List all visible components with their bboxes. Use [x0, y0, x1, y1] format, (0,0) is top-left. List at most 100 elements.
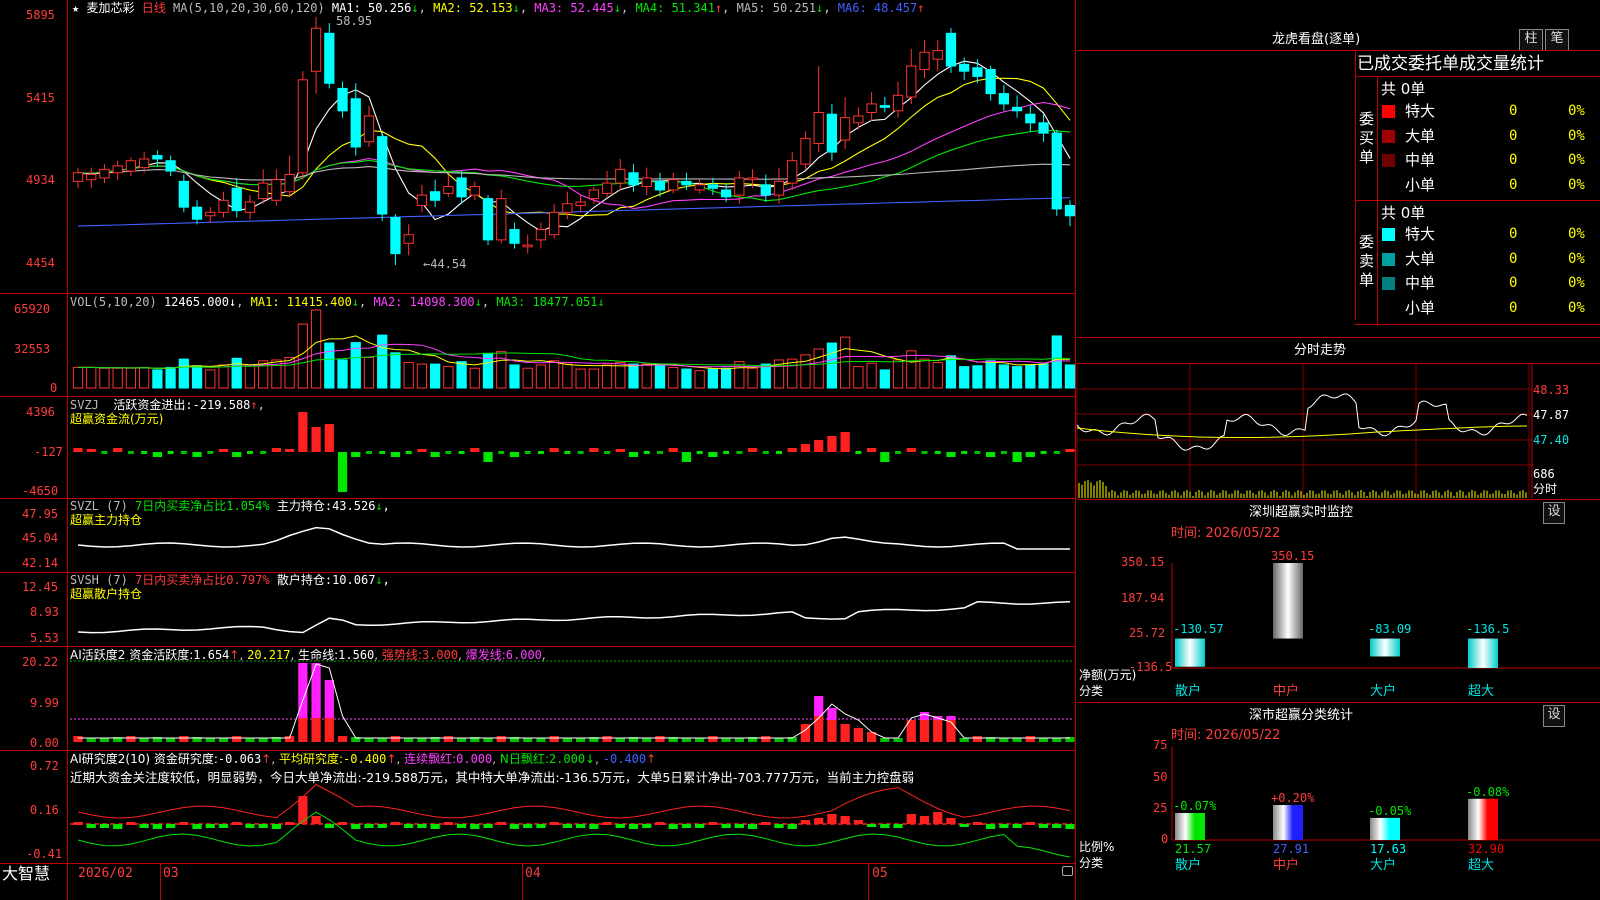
- fund-flow-bar: [537, 451, 544, 454]
- candle-body: [403, 234, 414, 244]
- research-bar: [298, 796, 308, 824]
- candle-body: [601, 182, 613, 194]
- candle-body: [879, 105, 890, 108]
- fund-flow-bar: [73, 448, 83, 452]
- fund-flow-bar: [379, 451, 386, 454]
- fund-flow-bar: [86, 449, 96, 452]
- activity-bar: [165, 738, 176, 742]
- volume-bar: [363, 356, 375, 389]
- volume-bar: [866, 362, 877, 389]
- research-bar: [245, 824, 255, 828]
- fund-flow-bar: [483, 452, 493, 462]
- volume-bar: [350, 342, 361, 389]
- candle-body: [866, 103, 877, 114]
- candle-body: [244, 201, 256, 213]
- research-bar: [602, 822, 612, 825]
- fund-flow-bar: [880, 452, 890, 462]
- research-bar: [284, 822, 295, 825]
- candle-body: [853, 115, 864, 124]
- class-bar: [1273, 805, 1303, 840]
- candle-body: [1011, 106, 1023, 112]
- fund-flow-bar: [604, 451, 611, 454]
- intraday-avg-line: [1076, 425, 1528, 439]
- volume-bar: [535, 364, 547, 389]
- candle-body: [945, 32, 957, 67]
- activity-bar: [919, 720, 930, 742]
- research-bar: [549, 822, 559, 825]
- candle-body: [972, 67, 983, 77]
- candle-body: [86, 173, 97, 181]
- fund-flow-bar: [974, 451, 981, 454]
- fund-flow-bar: [260, 451, 267, 454]
- activity-bar: [390, 736, 401, 742]
- candle-body: [191, 206, 203, 220]
- activity-bar: [86, 738, 96, 742]
- research-bar: [999, 824, 1009, 828]
- research-bar: [139, 824, 149, 828]
- volume-bar: [879, 369, 890, 389]
- activity-bar: [946, 720, 956, 742]
- volume-bar: [443, 366, 454, 389]
- fund-flow-bar: [298, 412, 308, 452]
- fund-flow-bar: [549, 448, 559, 452]
- candle-body: [429, 191, 441, 201]
- volume-bar: [139, 366, 150, 389]
- research-bar: [972, 822, 983, 825]
- research-bar: [800, 820, 811, 824]
- research-bar: [205, 824, 215, 828]
- volume-bar: [747, 367, 758, 389]
- research-bar: [232, 822, 242, 825]
- candle-body: [99, 168, 110, 179]
- activity-bar: [218, 738, 229, 742]
- volume-bar: [562, 363, 573, 389]
- activity-bar: [324, 718, 334, 742]
- research-bar: [337, 822, 348, 825]
- research-bar: [192, 824, 202, 829]
- research-bar: [827, 814, 837, 824]
- volume-bar: [310, 309, 322, 389]
- ma-line: [77, 163, 1071, 181]
- fund-flow-bar: [405, 451, 412, 454]
- fund-flow-bar: [246, 451, 253, 454]
- volume-bar: [244, 365, 256, 389]
- research-bar: [456, 824, 467, 828]
- activity-bar: [695, 738, 705, 742]
- candle-body: [959, 63, 970, 72]
- candle-body: [1038, 122, 1049, 134]
- volume-bar: [628, 363, 639, 389]
- fund-flow-bar: [390, 452, 401, 457]
- research-bar: [880, 824, 890, 828]
- candle-body: [840, 117, 851, 141]
- candle-body: [377, 136, 388, 215]
- activity-bar: [1012, 738, 1022, 742]
- research-bar: [708, 822, 718, 825]
- volume-bar: [191, 365, 203, 389]
- fund-flow-bar: [564, 451, 571, 454]
- fund-flow-bar: [986, 452, 996, 457]
- candle-body: [720, 189, 732, 198]
- fund-flow-bar: [643, 451, 650, 454]
- fund-flow-bar: [866, 448, 877, 452]
- activity-bar: [602, 736, 612, 742]
- volume-bar: [112, 367, 123, 389]
- fund-flow-bar: [365, 451, 372, 454]
- activity-bar: [959, 738, 969, 742]
- candle-body: [112, 165, 123, 174]
- fund-flow-bar: [747, 448, 758, 452]
- candle-body: [297, 79, 308, 174]
- volume-bar: [919, 358, 930, 389]
- activity-bar: [999, 738, 1009, 742]
- activity-bar: [933, 720, 943, 742]
- fund-flow-bar: [628, 452, 639, 457]
- research-bar: [734, 824, 744, 828]
- research-bar: [258, 824, 268, 828]
- candle-body: [390, 216, 401, 255]
- research-red-line: [77, 783, 1071, 819]
- fund-flow-bar: [311, 427, 321, 452]
- volume-bar: [641, 363, 652, 389]
- candle-body: [152, 155, 163, 160]
- research-bar: [483, 824, 493, 828]
- research-bar: [496, 822, 506, 825]
- candle-body: [998, 93, 1009, 105]
- research-bar: [536, 824, 546, 828]
